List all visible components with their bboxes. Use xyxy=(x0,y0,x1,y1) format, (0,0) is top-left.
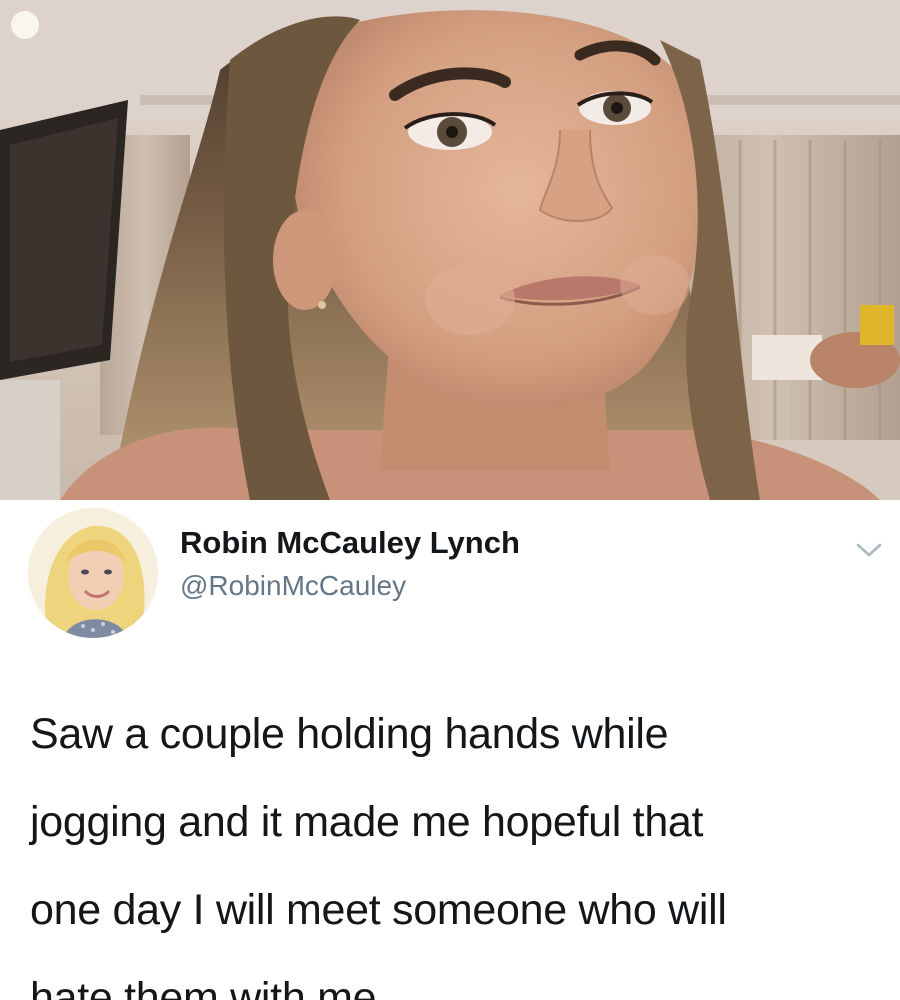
tweet-text-line: one day I will meet someone who will xyxy=(30,886,727,934)
user-handle[interactable]: @RobinMcCauley xyxy=(180,570,406,602)
tweet-card: Robin McCauley Lynch @RobinMcCauley Saw … xyxy=(0,500,900,1000)
chevron-down-icon xyxy=(856,543,882,557)
tweet-menu-button[interactable] xyxy=(852,538,886,562)
avatar[interactable] xyxy=(28,508,158,638)
tweet-text-line: Saw a couple holding hands while xyxy=(30,710,669,758)
avatar-icon xyxy=(28,508,158,638)
meme-photo xyxy=(0,0,900,500)
meme-page: Robin McCauley Lynch @RobinMcCauley Saw … xyxy=(0,0,900,1000)
photo-of-woman-icon xyxy=(0,0,900,500)
tweet-text-line: jogging and it made me hopeful that xyxy=(30,798,704,846)
tweet-text: Saw a couple holding hands while jogging… xyxy=(30,690,880,1000)
display-name[interactable]: Robin McCauley Lynch xyxy=(180,525,520,561)
tweet-text-line: hate them with me. xyxy=(30,974,388,1000)
